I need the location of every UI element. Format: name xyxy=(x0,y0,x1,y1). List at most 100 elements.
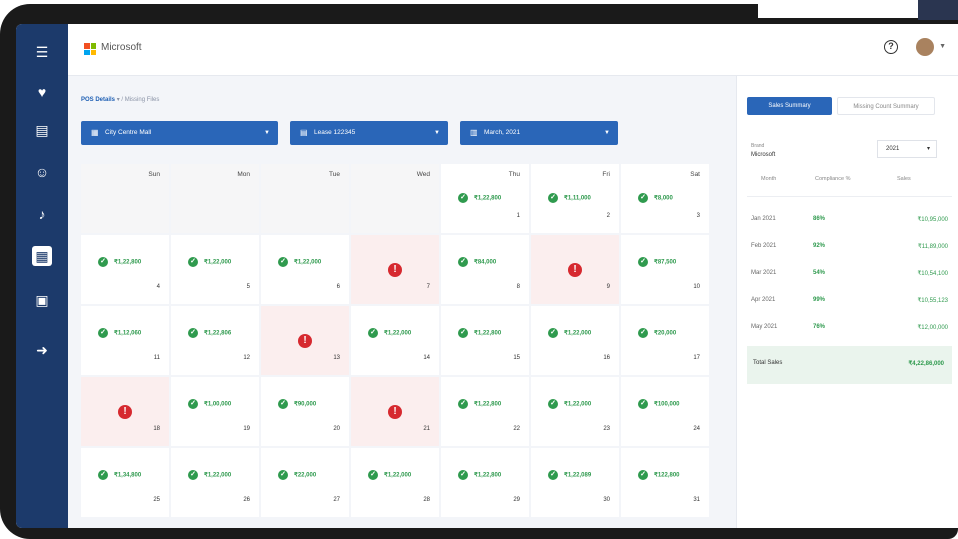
calendar-day-cell[interactable]: ✓ ₹1,00,000 19 xyxy=(171,377,259,446)
calendar-day-cell[interactable]: ✓ ₹1,12,060 11 xyxy=(81,306,169,375)
column-header-month: Month xyxy=(761,176,777,182)
calendar-day-cell[interactable]: ✓ ₹1,22,800 4 xyxy=(81,235,169,304)
amount-text: ₹22,000 xyxy=(294,472,317,479)
calendar-day-cell[interactable]: ✓ ₹1,22,000 5 xyxy=(171,235,259,304)
amount-text: ₹1,22,000 xyxy=(564,330,592,337)
daily-sales-amount: ✓ ₹8,000 xyxy=(638,193,673,203)
amount-text: ₹1,11,000 xyxy=(564,195,591,202)
calendar-day-cell[interactable]: ✓ ₹1,22,000 26 xyxy=(171,448,259,517)
daily-sales-amount: ✓ ₹1,22,000 xyxy=(278,257,321,267)
breadcrumb-parent[interactable]: POS Details xyxy=(81,97,115,103)
mall-select-value: City Centre Mall xyxy=(105,129,152,136)
check-circle-icon: ✓ xyxy=(638,328,648,338)
mall-select[interactable]: ▦ City Centre Mall ▼ xyxy=(81,121,278,145)
tab-missing-count-summary[interactable]: Missing Count Summary xyxy=(837,97,935,115)
table-row[interactable]: Jan 2021 86% ₹10,95,000 xyxy=(751,216,952,226)
daily-sales-amount: ✓ ₹1,22,800 xyxy=(458,399,501,409)
calendar-day-cell[interactable]: ✓ ₹1,22,000 6 xyxy=(261,235,349,304)
calendar-day-cell[interactable]: ✓ ₹1,22,000 14 xyxy=(351,306,439,375)
error-icon[interactable]: ! xyxy=(388,405,402,419)
lease-select-value: Lease 122345 xyxy=(314,129,356,136)
chevron-down-icon: ▾ xyxy=(926,146,930,152)
calendar-day-cell[interactable]: ✓ ₹90,000 20 xyxy=(261,377,349,446)
daily-sales-amount: ✓ ₹1,22,800 xyxy=(458,470,501,480)
table-row[interactable]: Apr 2021 99% ₹10,55,123 xyxy=(751,297,952,307)
daily-sales-amount: ✓ ₹1,11,000 xyxy=(548,193,591,203)
amount-text: ₹100,000 xyxy=(654,401,680,408)
chevron-down-icon[interactable]: ▾ xyxy=(117,97,120,103)
day-number: 26 xyxy=(243,497,250,503)
calendar-day-cell[interactable]: ✓ ₹87,500 10 xyxy=(621,235,709,304)
weekday-header: Thu xyxy=(508,171,520,178)
table-row[interactable]: May 2021 76% ₹12,00,000 xyxy=(751,324,952,334)
table-cell-sales: ₹10,55,123 xyxy=(917,298,948,304)
help-icon[interactable]: ? xyxy=(884,40,898,54)
amount-text: ₹1,22,800 xyxy=(474,401,502,408)
check-circle-icon: ✓ xyxy=(458,257,468,267)
daily-sales-amount: ✓ ₹1,22,800 xyxy=(458,328,501,338)
check-circle-icon: ✓ xyxy=(458,399,468,409)
calendar-day-cell[interactable]: ✓ ₹1,22,800 29 xyxy=(441,448,529,517)
calendar-day-cell[interactable]: ✓ ₹1,22,089 30 xyxy=(531,448,619,517)
calendar-day-cell[interactable]: ✓ ₹100,000 24 xyxy=(621,377,709,446)
chevron-down-icon[interactable]: ▼ xyxy=(939,43,946,50)
table-cell-compliance: 54% xyxy=(813,270,826,276)
handshake-icon[interactable]: ♥ xyxy=(32,82,52,102)
table-cell-month: Mar 2021 xyxy=(751,270,777,276)
calendar-day-cell[interactable]: ✓ ₹1,22,806 12 xyxy=(171,306,259,375)
check-circle-icon: ✓ xyxy=(638,257,648,267)
calendar-day-cell[interactable]: ✓ ₹1,34,800 25 xyxy=(81,448,169,517)
amount-text: ₹84,000 xyxy=(474,259,497,266)
day-number: 28 xyxy=(423,497,430,503)
day-number: 10 xyxy=(693,284,700,290)
calendar-day-cell[interactable]: ✓ ₹22,000 27 xyxy=(261,448,349,517)
day-number: 21 xyxy=(423,426,430,432)
calendar-day-cell[interactable]: ✓ ₹122,800 31 xyxy=(621,448,709,517)
table-cell-sales: ₹10,54,100 xyxy=(917,271,948,277)
check-circle-icon: ✓ xyxy=(368,328,378,338)
clipboard-icon[interactable]: ▣ xyxy=(32,290,52,310)
calendar-day-cell[interactable]: ! 21 xyxy=(351,377,439,446)
day-number: 20 xyxy=(333,426,340,432)
calendar-day-cell[interactable]: ✓ ₹20,000 17 xyxy=(621,306,709,375)
table-row[interactable]: Mar 2021 54% ₹10,54,100 xyxy=(751,270,952,280)
calendar-day-cell[interactable]: ✓ ₹84,000 8 xyxy=(441,235,529,304)
calendar-day-cell[interactable]: ✓ ₹1,22,000 16 xyxy=(531,306,619,375)
calendar-day-cell[interactable]: ! 13 xyxy=(261,306,349,375)
month-select[interactable]: ▥ March, 2021 ▼ xyxy=(460,121,618,145)
tab-sales-summary[interactable]: Sales Summary xyxy=(747,97,832,115)
table-cell-sales: ₹10,95,000 xyxy=(917,217,948,223)
check-circle-icon: ✓ xyxy=(188,328,198,338)
day-number: 30 xyxy=(603,497,610,503)
divider xyxy=(747,196,952,197)
user-icon[interactable]: ☺ xyxy=(32,162,52,182)
error-icon[interactable]: ! xyxy=(568,263,582,277)
table-cell-month: Jan 2021 xyxy=(751,216,776,222)
day-number: 19 xyxy=(243,426,250,432)
bell-icon[interactable]: ♪ xyxy=(32,204,52,224)
check-circle-icon: ✓ xyxy=(548,193,558,203)
calendar-day-cell[interactable]: ✓ ₹1,22,800 15 xyxy=(441,306,529,375)
table-row[interactable]: Feb 2021 92% ₹11,89,000 xyxy=(751,243,952,253)
exit-icon[interactable]: ➜ xyxy=(32,340,52,360)
menu-icon[interactable]: ☰ xyxy=(32,42,52,62)
lease-select[interactable]: ▤ Lease 122345 ▼ xyxy=(290,121,448,145)
document-icon[interactable]: ▦ xyxy=(32,246,52,266)
calendar-day-cell[interactable]: ! 18 xyxy=(81,377,169,446)
amount-text: ₹20,000 xyxy=(654,330,677,337)
daily-sales-amount: ✓ ₹1,00,000 xyxy=(188,399,231,409)
avatar[interactable] xyxy=(916,38,934,56)
error-icon[interactable]: ! xyxy=(118,405,132,419)
calendar-day-cell[interactable]: ✓ ₹1,22,000 23 xyxy=(531,377,619,446)
check-circle-icon: ✓ xyxy=(638,399,648,409)
error-icon[interactable]: ! xyxy=(388,263,402,277)
table-cell-month: Apr 2021 xyxy=(751,297,776,303)
year-select[interactable]: 2021 ▾ xyxy=(877,140,937,158)
calendar-day-cell[interactable]: ✓ ₹1,22,800 22 xyxy=(441,377,529,446)
check-circle-icon: ✓ xyxy=(278,399,288,409)
buildings-icon[interactable]: ▤ xyxy=(32,120,52,140)
calendar-day-cell[interactable]: ! 9 xyxy=(531,235,619,304)
calendar-day-cell[interactable]: ! 7 xyxy=(351,235,439,304)
error-icon[interactable]: ! xyxy=(298,334,312,348)
calendar-day-cell[interactable]: ✓ ₹1,22,000 28 xyxy=(351,448,439,517)
